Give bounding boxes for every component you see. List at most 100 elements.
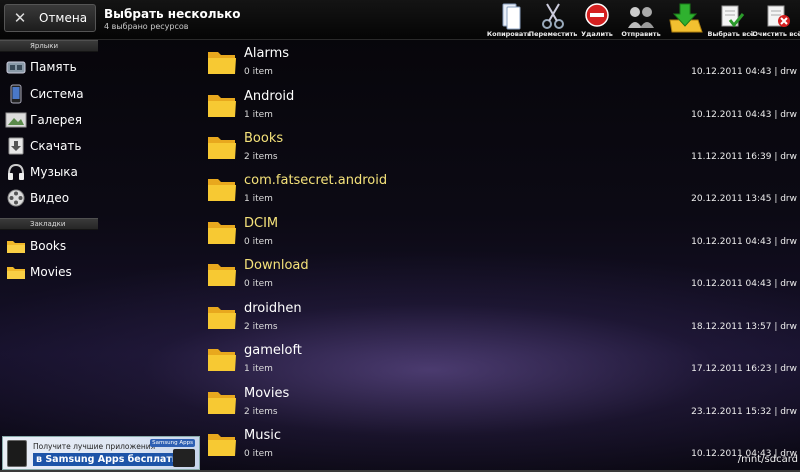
file-count: 2 items: [244, 322, 278, 332]
file-list: Alarms 0 item 10.12.2011 04:43 | drw And…: [200, 40, 800, 460]
file-date: 20.12.2011 13:45 | drw: [691, 194, 797, 204]
file-date: 10.12.2011 04:43 | drw: [691, 237, 797, 247]
file-date: 18.12.2011 13:57 | drw: [691, 322, 797, 332]
file-count: 0 item: [244, 67, 273, 77]
file-count: 0 item: [244, 449, 273, 459]
folder-icon: [208, 349, 236, 371]
folder-icon: [208, 95, 236, 117]
file-name: droidhen: [244, 301, 302, 316]
sidebar-item-label: Система: [30, 87, 84, 101]
sidebar-item-movies[interactable]: Movies: [0, 260, 98, 284]
ad-line-2: в Samsung Apps бесплатно: [33, 453, 188, 466]
folder-icon: [208, 307, 236, 329]
file-row-selected[interactable]: Download 0 item 10.12.2011 04:43 | drw: [200, 252, 800, 294]
file-name: DCIM: [244, 216, 279, 231]
ad-line-1: Получите лучшие приложения: [33, 442, 156, 451]
sidebar-item-video[interactable]: Видео: [0, 186, 98, 210]
file-name: Books: [244, 131, 284, 146]
current-path: /mnt/sdcard: [737, 454, 798, 465]
file-count: 1 item: [244, 110, 273, 120]
file-name: Android: [244, 89, 295, 104]
file-date: 11.12.2011 16:39 | drw: [691, 152, 797, 162]
sidebar-item-label: Видео: [30, 191, 70, 205]
copy-icon: [502, 3, 521, 30]
cancel-button[interactable]: ✕ Отмена: [4, 4, 96, 32]
sidebar-item-label: Books: [30, 239, 67, 253]
sidebar-item-music[interactable]: Музыка: [0, 160, 98, 184]
sidebar-item-memory[interactable]: Память: [0, 55, 98, 79]
action-bar-title: Выбрать несколько: [104, 7, 241, 21]
file-row[interactable]: gameloft 1 item 17.12.2011 16:23 | drw: [200, 337, 800, 379]
memory-card-icon: [4, 57, 28, 77]
folder-icon: [208, 222, 236, 244]
sidebar-item-label: Память: [30, 60, 77, 74]
selection-count: 4 выбрано ресурсов: [104, 22, 189, 31]
folder-icon: [4, 262, 28, 282]
file-count: 2 items: [244, 152, 278, 162]
file-count: 1 item: [244, 364, 273, 374]
sidebar-item-books[interactable]: Books: [0, 234, 98, 258]
file-date: 17.12.2011 16:23 | drw: [691, 364, 797, 374]
sidebar-item-label: Галерея: [30, 113, 82, 127]
sidebar-item-label: Скачать: [30, 139, 82, 153]
file-name: Music: [244, 428, 281, 443]
file-count: 0 item: [244, 279, 273, 289]
ad-brand-logo: Samsung Apps: [150, 439, 195, 447]
close-icon: ✕: [13, 9, 27, 27]
file-count: 2 items: [244, 407, 278, 417]
clear-all-icon: [767, 5, 790, 27]
file-row[interactable]: Movies 2 items 23.12.2011 15:32 | drw: [200, 380, 800, 422]
bookmarks-header: Закладки: [0, 218, 98, 230]
sidebar-item-gallery[interactable]: Галерея: [0, 108, 98, 132]
file-name: Alarms: [244, 46, 290, 61]
file-name: gameloft: [244, 343, 302, 358]
select-all-icon: [721, 5, 745, 28]
file-row[interactable]: Android 1 item 10.12.2011 04:43 | drw: [200, 83, 800, 125]
file-row[interactable]: droidhen 2 items 18.12.2011 13:57 | drw: [200, 295, 800, 337]
folder-icon: [4, 236, 28, 256]
gallery-icon: [4, 110, 28, 130]
file-count: 1 item: [244, 194, 273, 204]
file-row[interactable]: Alarms 0 item 10.12.2011 04:43 | drw: [200, 40, 800, 82]
folder-icon: [208, 52, 236, 74]
file-count: 0 item: [244, 237, 273, 247]
sidebar-item-system[interactable]: Система: [0, 82, 98, 106]
download-icon: [4, 136, 28, 156]
send-button[interactable]: Отправить: [616, 0, 666, 40]
headphones-icon: [4, 162, 28, 182]
clear-all-button[interactable]: Очистить всё: [752, 0, 800, 40]
phone-image-icon: [7, 440, 27, 467]
download-folder-icon: [669, 3, 703, 33]
sidebar-item-download[interactable]: Скачать: [0, 134, 98, 158]
folder-icon: [208, 392, 236, 414]
folder-icon: [208, 179, 236, 201]
file-name: Download: [244, 258, 309, 273]
file-name: Movies: [244, 386, 290, 401]
film-reel-icon: [4, 188, 28, 208]
file-row-selected[interactable]: com.fatsecret.android 1 item 20.12.2011 …: [200, 167, 800, 209]
scissors-icon: [542, 3, 564, 29]
ad-banner[interactable]: Получите лучшие приложения в Samsung App…: [2, 436, 200, 470]
file-name: com.fatsecret.android: [244, 173, 388, 188]
phone-icon: [4, 84, 28, 104]
folder-icon: [208, 137, 236, 159]
file-date: 23.12.2011 15:32 | drw: [691, 407, 797, 417]
file-date: 10.12.2011 04:43 | drw: [691, 67, 797, 77]
shortcuts-header: Ярлыки: [0, 40, 98, 52]
clear-all-label: Очистить всё: [752, 30, 800, 38]
send-icon: [628, 7, 654, 28]
device-image-icon: [173, 449, 195, 467]
file-row-selected[interactable]: Books 2 items 11.12.2011 16:39 | drw: [200, 125, 800, 167]
file-row[interactable]: Music 0 item 10.12.2011 04:43 | drw: [200, 422, 800, 460]
file-date: 10.12.2011 04:43 | drw: [691, 110, 797, 120]
file-row-selected[interactable]: DCIM 0 item 10.12.2011 04:43 | drw: [200, 210, 800, 252]
folder-icon: [208, 264, 236, 286]
sidebar: Ярлыки Память Система Галерея Скачать Му…: [0, 40, 100, 436]
file-date: 10.12.2011 04:43 | drw: [691, 279, 797, 289]
delete-icon: [585, 3, 609, 27]
sidebar-item-label: Movies: [30, 265, 72, 279]
folder-icon: [208, 434, 236, 456]
sidebar-item-label: Музыка: [30, 165, 78, 179]
cancel-label: Отмена: [39, 11, 88, 25]
action-bar: ✕ Отмена Выбрать несколько 4 выбрано рес…: [0, 0, 800, 40]
